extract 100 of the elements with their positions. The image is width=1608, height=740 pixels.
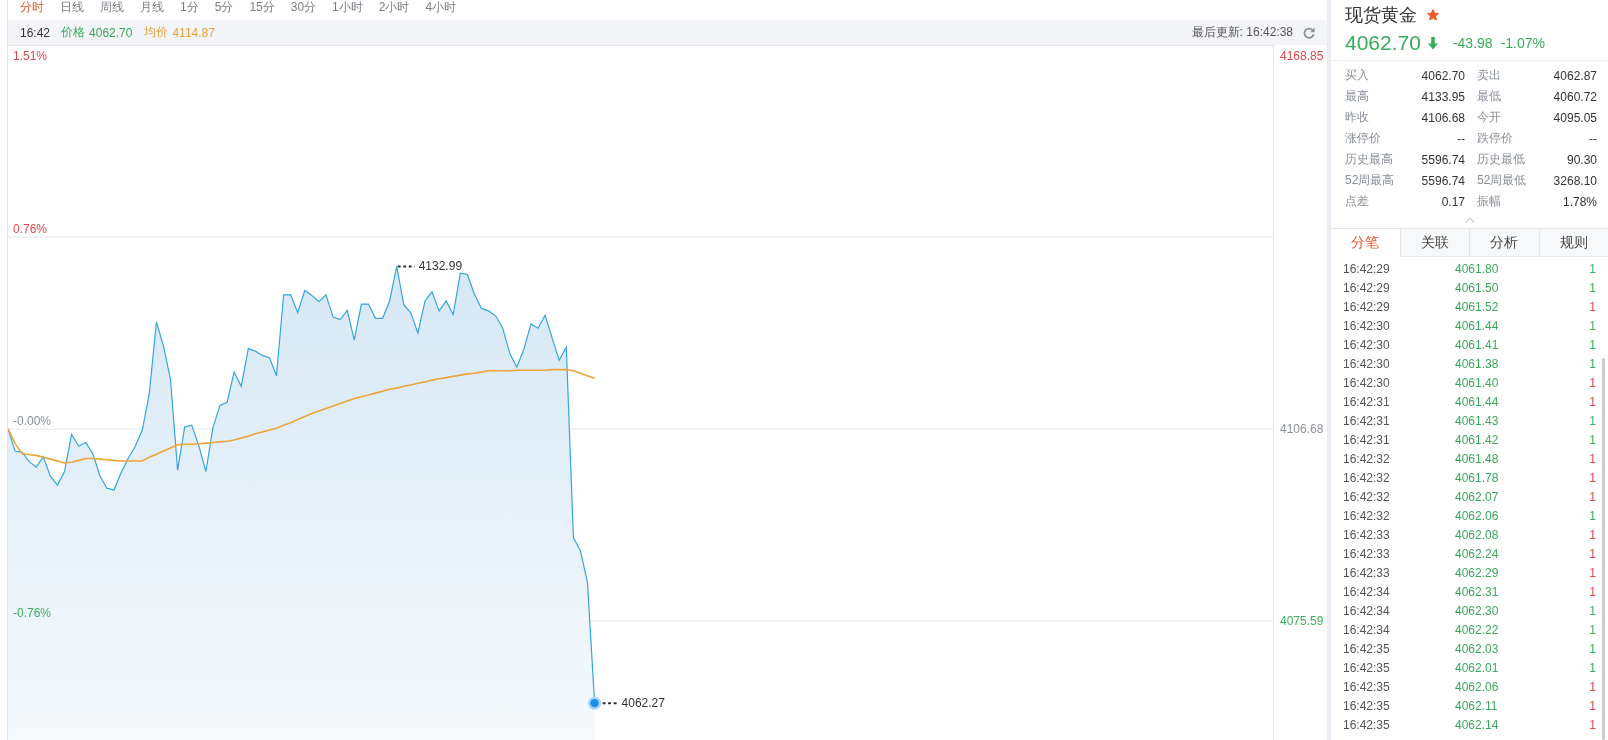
stat-value: 3268.10	[1552, 173, 1597, 188]
trade-time: 16:42:35	[1343, 641, 1391, 656]
stat-label: 历史最高	[1345, 151, 1394, 168]
trade-price: 4061.42	[1455, 432, 1500, 447]
leader-line	[601, 702, 620, 705]
trade-volume: 1	[1589, 318, 1596, 333]
stat-value: 5596.74	[1420, 152, 1465, 167]
trade-time: 16:42:32	[1343, 470, 1391, 485]
trade-time: 16:42:30	[1343, 318, 1391, 333]
trade-volume: 1	[1589, 660, 1596, 675]
percent-axis-label: 0.76%	[13, 222, 48, 236]
trade-time: 16:42:29	[1343, 280, 1391, 295]
scrollbar-thumb[interactable]	[1602, 358, 1605, 740]
period-tab[interactable]: 1分	[172, 0, 207, 14]
price-change: -43.98	[1452, 35, 1493, 51]
refresh-icon[interactable]	[1303, 26, 1315, 39]
trade-price: 4062.29	[1455, 565, 1500, 580]
stat-value: 90.30	[1565, 152, 1597, 167]
stat-label: 最高	[1345, 88, 1370, 105]
trade-volume: 1	[1589, 470, 1596, 485]
price-label: 4062.27	[621, 696, 665, 711]
trade-price: 4061.41	[1455, 337, 1500, 352]
trade-volume: 1	[1589, 641, 1596, 656]
trade-price: 4061.80	[1455, 261, 1500, 276]
trade-volume: 1	[1589, 413, 1596, 428]
trade-volume: 1	[1589, 565, 1596, 580]
period-tab[interactable]: 周线	[92, 0, 132, 14]
trade-volume: 1	[1589, 508, 1596, 523]
stat-label: 涨停价	[1345, 130, 1382, 147]
trade-time: 16:42:32	[1343, 508, 1391, 523]
trade-price: 4062.08	[1455, 527, 1500, 542]
percent-axis-label: -0.76%	[13, 606, 52, 621]
trade-time: 16:42:34	[1343, 603, 1391, 618]
trade-volume: 1	[1589, 394, 1596, 409]
percent-axis-label: 1.51%	[13, 49, 48, 63]
trade-volume: 1	[1589, 375, 1596, 390]
trade-time: 16:42:34	[1343, 622, 1391, 637]
trade-time: 16:42:33	[1343, 546, 1391, 561]
legend-label: 价格	[61, 24, 86, 41]
trade-time: 16:42:31	[1343, 432, 1391, 447]
caret-icon[interactable]	[1464, 217, 1475, 223]
trade-time: 16:42:29	[1343, 299, 1391, 314]
trade-price: 4062.07	[1455, 489, 1500, 504]
trade-price: 4061.40	[1455, 375, 1500, 390]
stat-value: 4133.95	[1420, 89, 1465, 104]
trade-price: 4062.06	[1455, 508, 1500, 523]
period-tab[interactable]: 1小时	[324, 0, 371, 14]
period-tab[interactable]: 分时	[12, 0, 52, 14]
trade-time: 16:42:31	[1343, 413, 1391, 428]
trade-time: 16:42:35	[1343, 717, 1391, 732]
trade-price: 4061.38	[1455, 356, 1500, 371]
period-tab[interactable]: 4小时	[417, 0, 465, 14]
trade-volume: 1	[1589, 432, 1596, 447]
period-tab[interactable]: 2小时	[370, 0, 418, 14]
trade-volume: 1	[1589, 337, 1596, 352]
stat-label: 振幅	[1476, 193, 1502, 210]
stat-value: 4062.87	[1552, 68, 1597, 83]
trade-price: 4062.11	[1455, 698, 1499, 713]
trade-price: 4062.01	[1455, 660, 1500, 675]
stat-label: 点差	[1345, 193, 1370, 210]
trade-time: 16:42:34	[1343, 584, 1391, 599]
cursor-time: 16:42	[20, 25, 51, 40]
percent-axis-label: -0.00%	[13, 414, 52, 428]
trade-volume: 1	[1589, 622, 1596, 637]
trade-volume: 1	[1589, 679, 1596, 694]
period-tab[interactable]: 30分	[282, 0, 325, 14]
trade-price: 4062.24	[1455, 546, 1500, 561]
trade-price: 4061.43	[1455, 413, 1500, 428]
stat-value: 1.78%	[1561, 194, 1597, 209]
stat-label: 跌停价	[1476, 130, 1514, 147]
detail-tab[interactable]: 分析	[1469, 229, 1539, 257]
trade-time: 16:42:33	[1343, 527, 1391, 542]
percent-change: -1.07%	[1500, 35, 1545, 51]
trade-volume: 1	[1589, 546, 1596, 561]
trade-volume: 1	[1589, 280, 1596, 295]
legend-value: 4062.70	[89, 25, 133, 40]
period-tab[interactable]: 月线	[132, 0, 172, 14]
stat-value: --	[1588, 131, 1597, 146]
trade-time: 16:42:31	[1343, 394, 1391, 409]
detail-tab[interactable]: 规则	[1538, 229, 1608, 257]
instrument-title: 现货黄金	[1345, 4, 1417, 27]
trade-time: 16:42:32	[1343, 489, 1391, 504]
trade-price: 4062.03	[1455, 641, 1500, 656]
trade-volume: 1	[1589, 527, 1596, 542]
trade-price: 4062.06	[1455, 679, 1500, 694]
price-label: 4132.99	[418, 259, 463, 274]
period-tab[interactable]: 日线	[52, 0, 92, 14]
trade-volume: 1	[1589, 717, 1596, 732]
period-tab[interactable]: 15分	[241, 0, 283, 14]
trade-time: 16:42:35	[1343, 660, 1391, 675]
trade-time: 16:42:32	[1343, 451, 1391, 466]
star-icon[interactable]	[1427, 9, 1439, 21]
price-axis-label: 4106.68	[1280, 422, 1324, 436]
trade-time: 16:42:35	[1343, 698, 1391, 713]
detail-tab[interactable]: 关联	[1399, 229, 1469, 257]
trade-time: 16:42:30	[1343, 375, 1391, 390]
period-tab[interactable]: 5分	[206, 0, 242, 14]
stat-value: 5596.74	[1420, 173, 1465, 188]
trade-time: 16:42:30	[1343, 356, 1391, 371]
trade-time: 16:42:30	[1343, 337, 1391, 352]
